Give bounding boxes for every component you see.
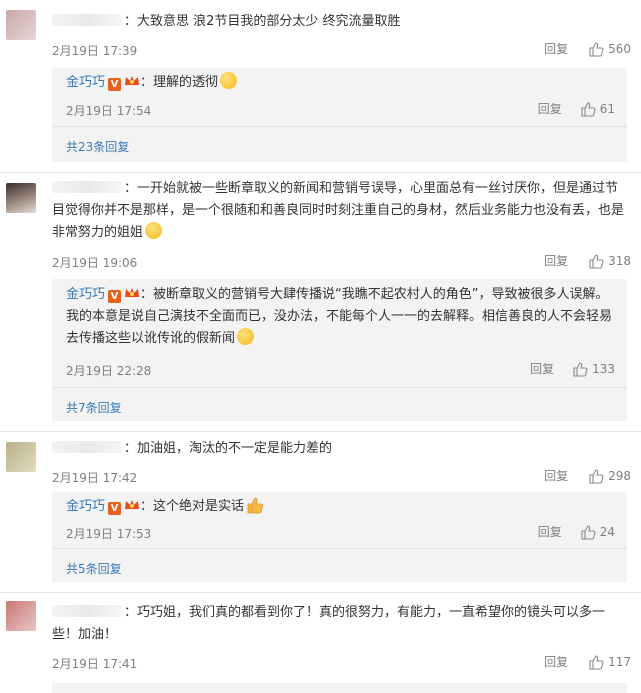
divider [52,548,627,549]
comment-actions: 回复 117 [544,653,631,670]
thumbs-up-icon [589,41,604,57]
thumbs-up-icon [589,468,604,484]
reply-body: 金巧巧 V ：被断章取义的营销号大肆传播说“我瞧不起农村人的角色”，导致被很多人误解… [66,284,617,350]
crown-icon [125,76,140,85]
verified-badge-icon: V [108,78,122,91]
like-button[interactable]: 298 [588,468,631,484]
username-blurred[interactable] [52,14,122,26]
like-button[interactable]: 24 [580,524,615,540]
reply-button[interactable]: 回复 [530,360,554,377]
comment-actions: 回复 560 [544,40,631,57]
comment-item: ：一开始就被一些断章取义的新闻和营销号误导，心里面总有一丝讨厌你，但是通过节目觉… [0,173,641,432]
view-all-replies-link[interactable]: 共23条回复 [66,138,129,155]
comment-body: ：一开始就被一些断章取义的新闻和营销号误导，心里面总有一丝讨厌你，但是通过节目觉… [52,178,627,244]
like-button[interactable]: 560 [588,41,631,57]
like-count: 61 [599,101,615,116]
reply-author[interactable]: 金巧巧 [66,499,105,514]
reply-box: 金巧巧 V ：这个绝对是实话 2月19日 17:53 回复 24 共5条回复 [52,492,627,582]
reply-time: 2月19日 17:53 [66,527,152,541]
comment-actions: 回复 318 [544,252,631,269]
smile-emoji-icon [220,72,238,89]
comment-text: ：加油姐，淘汰的不一定是能力差的 [124,441,333,456]
comment-body: ：巧巧姐，我们真的都看到你了！真的很努力，有能力，一直希望你的镜头可以多一些！加… [52,602,627,646]
like-count: 117 [608,654,631,669]
crown-icon [125,288,140,297]
reply-button[interactable]: 回复 [544,252,568,269]
reply-actions: 回复 24 [538,523,615,540]
thumbs-up-emoji-icon [247,497,264,514]
comment-text: ：一开始就被一些断章取义的新闻和营销号误导，心里面总有一丝讨厌你，但是通过节目觉… [52,181,625,240]
reply-box-partial [52,683,627,693]
comment-time: 2月19日 17:41 [52,657,138,671]
like-count: 133 [592,361,615,376]
thumbs-up-icon [581,524,596,540]
reply-text: ：这个绝对是实话 [140,499,245,514]
reply-button[interactable]: 回复 [538,523,562,540]
avatar[interactable] [6,601,36,631]
like-count: 298 [608,468,631,483]
verified-badge-icon: V [108,502,122,515]
smile-emoji-icon [145,222,163,239]
like-count: 560 [608,41,631,56]
reply-actions: 回复 61 [538,100,615,117]
comment-item: ：巧巧姐，我们真的都看到你了！真的很努力，有能力，一直希望你的镜头可以多一些！加… [0,593,641,693]
like-button[interactable]: 133 [572,361,615,377]
reply-box: 金巧巧 V ：被断章取义的营销号大肆传播说“我瞧不起农村人的角色”，导致被很多人误解… [52,279,627,421]
verified-badge-icon: V [108,290,122,303]
comment-time: 2月19日 17:42 [52,471,138,485]
like-button[interactable]: 318 [588,253,631,269]
reply-box: 金巧巧 V ：理解的透彻 2月19日 17:54 回复 61 共23条回复 [52,68,627,162]
thumbs-up-icon [589,654,604,670]
reply-button[interactable]: 回复 [538,100,562,117]
avatar[interactable] [6,183,36,213]
thumbs-up-icon [581,101,596,117]
crown-icon [125,500,140,509]
reply-author[interactable]: 金巧巧 [66,287,105,302]
reply-body: 金巧巧 V ：这个绝对是实话 [66,496,617,518]
reply-text: ：理解的透彻 [140,75,219,90]
username-blurred[interactable] [52,181,122,193]
divider [52,387,627,388]
divider [52,126,627,127]
username-blurred[interactable] [52,605,122,617]
comment-item: ：大致意思 浪2节目我的部分太少 终究流量取胜 2月19日 17:39 回复 5… [0,0,641,173]
comment-time: 2月19日 17:39 [52,44,138,58]
smile-emoji-icon [237,328,255,345]
comment-text: ：大致意思 浪2节目我的部分太少 终究流量取胜 [124,14,401,29]
like-count: 24 [599,524,615,539]
reply-time: 2月19日 22:28 [66,364,152,378]
reply-button[interactable]: 回复 [544,467,568,484]
reply-author[interactable]: 金巧巧 [66,75,105,90]
comment-time: 2月19日 19:06 [52,256,138,270]
username-blurred[interactable] [52,441,122,453]
reply-actions: 回复 133 [530,360,615,377]
comment-body: ：大致意思 浪2节目我的部分太少 终究流量取胜 [52,11,627,33]
comment-actions: 回复 298 [544,467,631,484]
like-count: 318 [608,253,631,268]
comment-text: ：巧巧姐，我们真的都看到你了！真的很努力，有能力，一直希望你的镜头可以多一些！加… [52,605,606,642]
like-button[interactable]: 117 [588,654,631,670]
comment-item: ：加油姐，淘汰的不一定是能力差的 2月19日 17:42 回复 298 金巧巧 V… [0,432,641,593]
comment-body: ：加油姐，淘汰的不一定是能力差的 [52,438,627,460]
avatar[interactable] [6,10,36,40]
reply-body: 金巧巧 V ：理解的透彻 [66,72,617,94]
reply-button[interactable]: 回复 [544,40,568,57]
thumbs-up-icon [589,253,604,269]
avatar[interactable] [6,442,36,472]
reply-text: ：被断章取义的营销号大肆传播说“我瞧不起农村人的角色”，导致被很多人误解。我的本… [66,287,613,346]
reply-button[interactable]: 回复 [544,653,568,670]
view-all-replies-link[interactable]: 共5条回复 [66,560,122,577]
reply-time: 2月19日 17:54 [66,104,152,118]
like-button[interactable]: 61 [580,101,615,117]
view-all-replies-link[interactable]: 共7条回复 [66,399,122,416]
thumbs-up-icon [573,361,588,377]
